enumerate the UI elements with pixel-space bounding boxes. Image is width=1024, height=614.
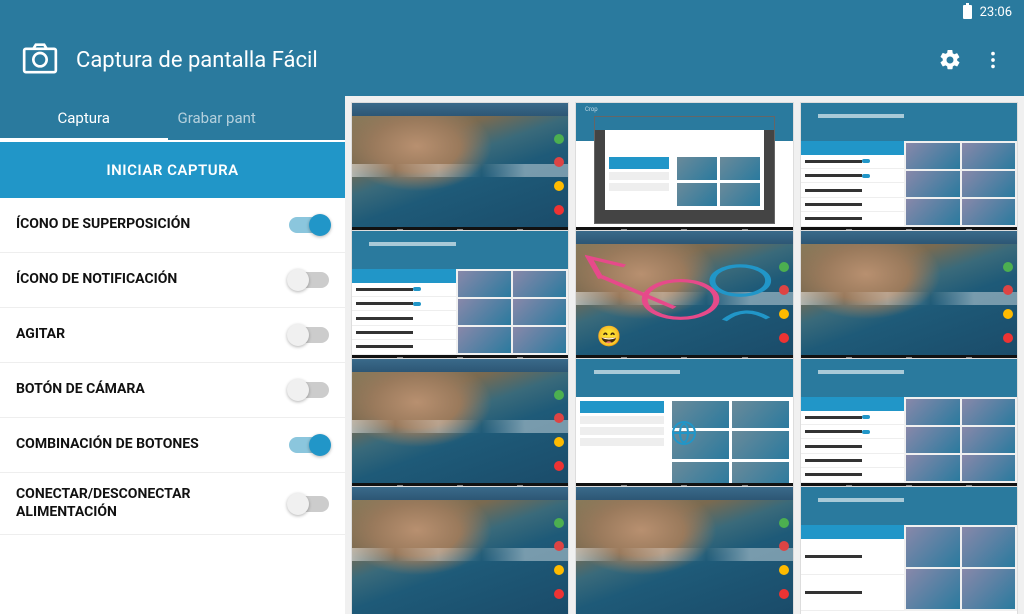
screenshot-thumb[interactable] <box>800 230 1018 366</box>
screenshot-thumb[interactable] <box>351 102 569 238</box>
emoji-icon: 😄 <box>597 324 622 348</box>
setting-button-combo[interactable]: COMBINACIÓN DE BOTONES <box>0 418 345 473</box>
setting-label: ÍCONO DE SUPERPOSICIÓN <box>16 216 289 234</box>
battery-icon <box>963 5 972 19</box>
screenshot-thumb[interactable] <box>351 358 569 494</box>
screenshot-gallery: Crop <box>345 96 1024 614</box>
screenshot-thumb[interactable]: 😄 <box>575 230 793 366</box>
toggle-notification-icon[interactable] <box>289 272 329 288</box>
screenshot-thumb[interactable] <box>351 486 569 614</box>
sidebar: Captura Grabar pant INICIAR CAPTURA ÍCON… <box>0 96 345 614</box>
status-time: 23:06 <box>980 5 1012 20</box>
app-title: Captura de pantalla Fácil <box>76 48 918 73</box>
screenshot-thumb[interactable] <box>351 230 569 366</box>
settings-icon[interactable] <box>938 48 962 72</box>
toggle-power-connect[interactable] <box>289 496 329 512</box>
start-capture-button[interactable]: INICIAR CAPTURA <box>0 142 345 198</box>
screenshot-thumb[interactable] <box>800 102 1018 238</box>
setting-shake[interactable]: AGITAR <box>0 308 345 363</box>
toggle-overlay-icon[interactable] <box>289 217 329 233</box>
app-bar: Captura de pantalla Fácil <box>0 24 1024 96</box>
screenshot-thumb[interactable]: Crop <box>575 102 793 238</box>
screenshot-thumb[interactable] <box>575 486 793 614</box>
screenshot-thumb[interactable] <box>575 358 793 494</box>
tab-grabar[interactable]: Grabar pant <box>168 96 346 140</box>
setting-label: ÍCONO DE NOTIFICACIÓN <box>16 271 289 289</box>
overflow-menu-icon[interactable] <box>982 49 1004 71</box>
setting-overlay-icon[interactable]: ÍCONO DE SUPERPOSICIÓN <box>0 198 345 253</box>
settings-list: ÍCONO DE SUPERPOSICIÓN ÍCONO DE NOTIFICA… <box>0 198 345 614</box>
setting-label: COMBINACIÓN DE BOTONES <box>16 436 289 454</box>
setting-notification-icon[interactable]: ÍCONO DE NOTIFICACIÓN <box>0 253 345 308</box>
globe-icon <box>672 421 696 445</box>
toggle-camera-button[interactable] <box>289 382 329 398</box>
camera-icon <box>20 38 60 82</box>
tab-captura[interactable]: Captura <box>0 96 168 140</box>
tab-bar: Captura Grabar pant <box>0 96 345 140</box>
setting-label: CONECTAR/DESCONECTAR ALIMENTACIÓN <box>16 486 289 521</box>
status-bar: 23:06 <box>0 0 1024 24</box>
setting-label: AGITAR <box>16 326 289 344</box>
screenshot-thumb[interactable] <box>800 486 1018 614</box>
setting-power-connect[interactable]: CONECTAR/DESCONECTAR ALIMENTACIÓN <box>0 473 345 535</box>
toggle-shake[interactable] <box>289 327 329 343</box>
setting-label: BOTÓN DE CÁMARA <box>16 381 289 399</box>
setting-camera-button[interactable]: BOTÓN DE CÁMARA <box>0 363 345 418</box>
toggle-button-combo[interactable] <box>289 437 329 453</box>
screenshot-thumb[interactable] <box>800 358 1018 494</box>
